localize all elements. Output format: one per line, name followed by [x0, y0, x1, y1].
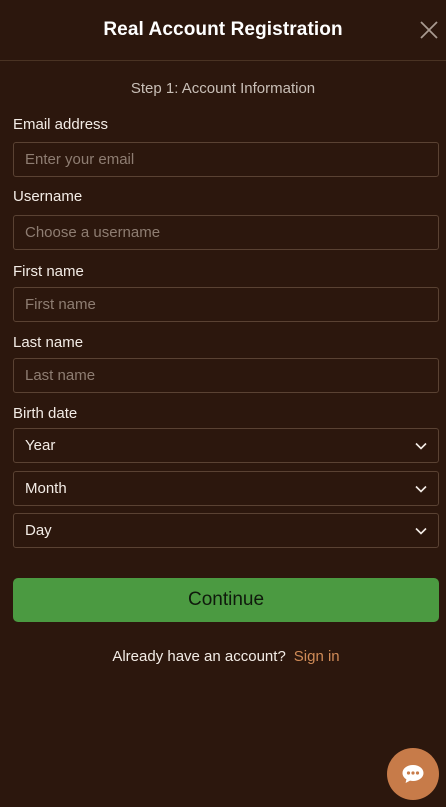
step-indicator: Step 1: Account Information — [130, 80, 316, 97]
username-label: Username — [13, 188, 83, 205]
close-icon — [420, 21, 438, 39]
registration-form: Email address Username First name Last n… — [0, 116, 446, 665]
birth-day-select[interactable]: Day — [13, 513, 439, 548]
continue-button[interactable]: Continue — [13, 578, 439, 622]
birth-year-value: Year — [25, 437, 56, 454]
signin-row: Already have an account? Sign in — [13, 648, 439, 665]
birth-month-value: Month — [25, 480, 67, 497]
first-name-field[interactable] — [13, 287, 439, 322]
first-name-label: First name — [13, 263, 84, 280]
chat-bubble-icon — [402, 765, 424, 783]
last-name-field[interactable] — [13, 358, 439, 393]
signin-link[interactable]: Sign in — [294, 648, 340, 665]
modal-header: Real Account Registration — [0, 0, 446, 61]
birth-date-label: Birth date — [13, 405, 78, 422]
email-field[interactable] — [13, 142, 439, 177]
birth-year-select[interactable]: Year — [13, 428, 439, 463]
birth-month-select[interactable]: Month — [13, 471, 439, 506]
chevron-down-icon — [415, 442, 427, 450]
signin-prompt: Already have an account? — [112, 648, 286, 665]
email-label: Email address — [13, 116, 109, 133]
last-name-label: Last name — [13, 334, 84, 351]
birth-day-value: Day — [25, 522, 52, 539]
close-button[interactable] — [418, 19, 440, 41]
registration-modal: Real Account Registration Step 1: Accoun… — [0, 0, 446, 807]
chevron-down-icon — [415, 527, 427, 535]
username-field[interactable] — [13, 215, 439, 250]
chat-button[interactable] — [387, 748, 439, 800]
modal-title: Real Account Registration — [103, 19, 343, 40]
chevron-down-icon — [415, 485, 427, 493]
